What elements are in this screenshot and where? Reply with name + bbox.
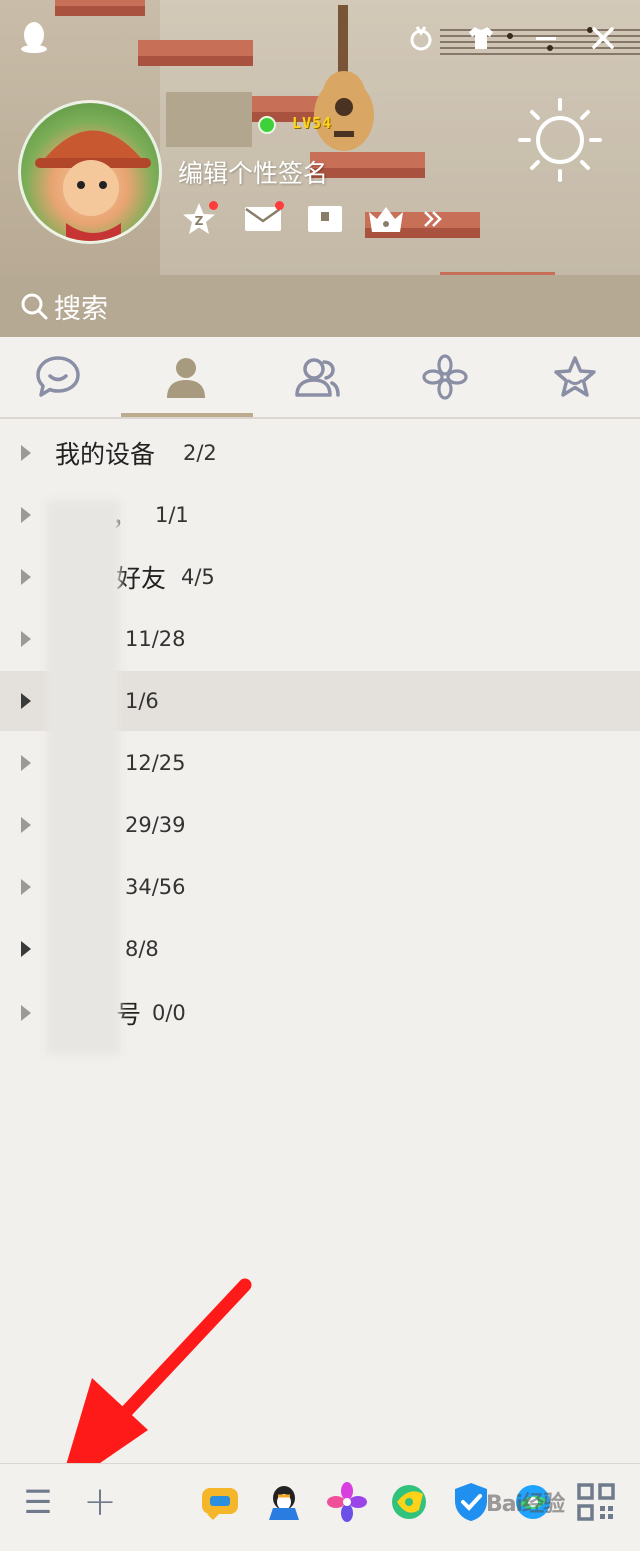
search-input[interactable]: 搜索 (54, 287, 108, 326)
group-count: 12/25 (125, 751, 186, 775)
group-count: 2/2 (183, 441, 217, 465)
game-center-icon[interactable] (198, 1480, 242, 1524)
list-item[interactable]: 我的设备 2/2 (0, 423, 640, 483)
expand-arrow-icon[interactable] (21, 941, 31, 957)
main-menu-button[interactable]: ☰ (16, 1480, 60, 1524)
tab-discover[interactable] (381, 337, 509, 417)
tab-contacts[interactable] (122, 337, 250, 417)
tab-groups[interactable] (253, 337, 381, 417)
group-count: 11/28 (125, 627, 186, 651)
add-button[interactable]: + (78, 1479, 122, 1525)
signature-text[interactable]: 编辑个性签名 (178, 154, 328, 190)
group-count: 1/1 (155, 503, 189, 527)
medal-icon[interactable] (405, 22, 437, 54)
qr-code-icon[interactable] (574, 1480, 618, 1524)
group-count: 34/56 (125, 875, 186, 899)
profile-header: LV54 编辑个性签名 Z (0, 0, 640, 275)
expand-arrow-icon[interactable] (21, 817, 31, 833)
privacy-blur (46, 500, 120, 1055)
tab-messages[interactable] (0, 337, 122, 417)
group-icon (295, 358, 340, 397)
expand-arrow-icon[interactable] (21, 631, 31, 647)
group-name: 我的设备 (55, 440, 156, 469)
expand-arrow-icon[interactable] (21, 693, 31, 709)
expand-arrow-icon[interactable] (21, 445, 31, 461)
group-count: 8/8 (125, 937, 159, 961)
stair-decoration (55, 0, 145, 6)
svg-text:Z: Z (195, 214, 204, 228)
avatar[interactable] (18, 100, 162, 244)
search-bar[interactable]: 搜索 (0, 275, 640, 337)
contacts-icon (167, 358, 205, 398)
more-chevron-icon[interactable] (418, 200, 448, 238)
expand-arrow-icon[interactable] (21, 507, 31, 523)
online-status-icon[interactable] (258, 116, 276, 134)
main-tabs (0, 337, 640, 419)
avatar-image (35, 130, 151, 241)
expand-arrow-icon[interactable] (21, 755, 31, 771)
star-icon (554, 356, 596, 397)
penguin-app-icon[interactable] (262, 1480, 306, 1524)
group-name: 好友 (116, 564, 167, 593)
group-count: 0/0 (152, 1001, 186, 1025)
level-badge[interactable]: LV54 (292, 114, 332, 132)
bottom-toolbar: ☰ + Bai经验 (0, 1463, 640, 1551)
skin-shirt-icon[interactable] (465, 22, 497, 54)
group-count: 4/5 (181, 565, 215, 589)
watermark-text: Bai经验 (486, 1492, 565, 1517)
chat-bubble-icon (36, 356, 80, 397)
wallet-icon[interactable] (306, 200, 344, 238)
vip-crown-icon[interactable] (367, 200, 405, 238)
nickname-area (166, 92, 252, 147)
stair-decoration (138, 40, 253, 56)
expand-arrow-icon[interactable] (21, 879, 31, 895)
tab-favorites[interactable] (511, 337, 639, 417)
group-count: 29/39 (125, 813, 186, 837)
music-app-icon[interactable] (387, 1480, 431, 1524)
active-tab-indicator (121, 413, 253, 417)
search-icon (21, 293, 48, 320)
expand-arrow-icon[interactable] (21, 1005, 31, 1021)
guitar-decoration (314, 5, 374, 151)
flower-icon (422, 354, 468, 400)
expand-arrow-icon[interactable] (21, 569, 31, 585)
minimize-icon[interactable] (530, 22, 562, 54)
qq-penguin-icon[interactable] (20, 20, 48, 54)
mail-icon[interactable] (244, 200, 284, 238)
petal-app-icon[interactable] (325, 1480, 369, 1524)
group-count: 1/6 (125, 689, 159, 713)
sun-decoration (518, 98, 602, 182)
close-icon[interactable] (587, 22, 619, 54)
qzone-star-icon[interactable]: Z (180, 200, 218, 238)
